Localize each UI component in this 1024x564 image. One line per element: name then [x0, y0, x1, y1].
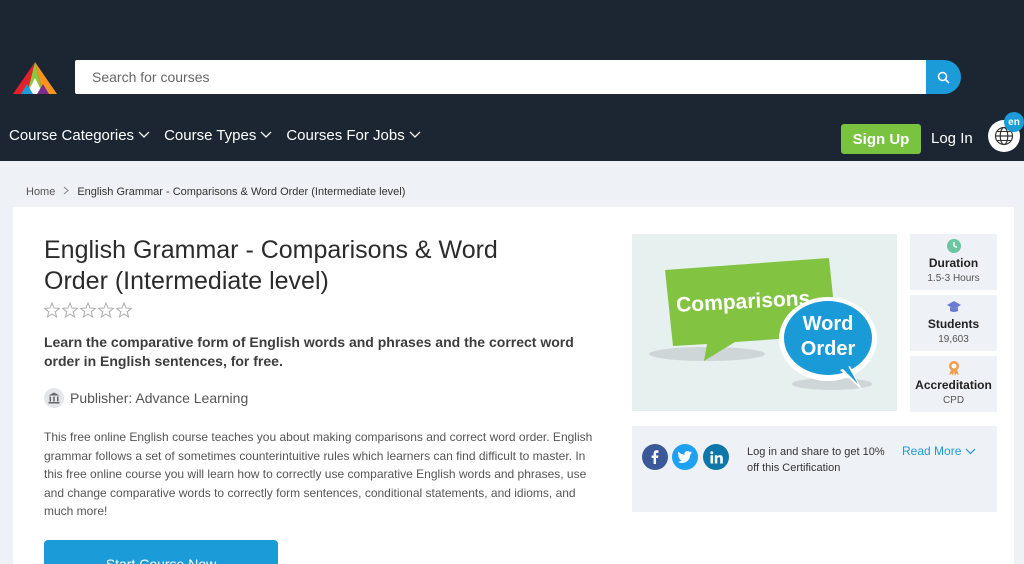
star-icon	[116, 302, 132, 318]
read-more-link[interactable]: Read More	[902, 444, 976, 458]
star-icon	[62, 302, 78, 318]
chevron-down-icon	[409, 131, 421, 138]
nav-label: Courses For Jobs	[286, 126, 405, 144]
publisher-name[interactable]: Publisher: Advance Learning	[70, 390, 248, 406]
share-promo-text: Log in and share to get 10% off this Cer…	[747, 446, 885, 474]
linkedin-share-button[interactable]	[703, 444, 729, 470]
language-badge: en	[1004, 112, 1024, 132]
hero-text-word: Word	[803, 313, 854, 335]
nav-course-categories[interactable]: Course Categories	[9, 125, 150, 145]
star-icon	[80, 302, 96, 318]
nav-courses-for-jobs[interactable]: Courses For Jobs	[286, 125, 421, 145]
stat-label: Duration	[928, 256, 979, 270]
login-link[interactable]: Log In	[931, 130, 973, 147]
nav-course-types[interactable]: Course Types	[164, 125, 272, 145]
rating-stars[interactable]	[44, 302, 132, 318]
nav-label: Course Types	[164, 126, 257, 144]
search-button[interactable]	[926, 60, 961, 94]
star-icon	[98, 302, 114, 318]
linkedin-icon	[709, 450, 723, 463]
site-logo[interactable]	[13, 62, 57, 94]
course-hero-image: Comparisons Word Order	[632, 234, 897, 411]
twitter-share-button[interactable]	[672, 444, 698, 470]
clock-icon	[946, 239, 961, 253]
search-bar	[75, 60, 961, 94]
breadcrumb-home[interactable]: Home	[26, 186, 55, 198]
course-subtitle: Learn the comparative form of English wo…	[44, 334, 574, 369]
facebook-share-button[interactable]	[642, 444, 668, 470]
stat-accreditation: Accreditation CPD	[910, 356, 997, 412]
star-icon	[44, 302, 60, 318]
nav-label: Course Categories	[9, 126, 135, 144]
breadcrumb: Home English Grammar - Comparisons & Wor…	[26, 186, 405, 198]
breadcrumb-current: English Grammar - Comparisons & Word Ord…	[77, 186, 406, 198]
chevron-down-icon	[260, 131, 272, 138]
course-description: This free online English course teaches …	[44, 430, 593, 518]
chevron-right-icon	[63, 186, 70, 198]
site-header: Course Categories Course Types Courses F…	[0, 0, 1024, 161]
share-panel: Log in and share to get 10% off this Cer…	[632, 426, 997, 512]
signup-button[interactable]: Sign Up	[841, 124, 921, 154]
chevron-down-icon	[138, 131, 150, 138]
chevron-down-icon	[965, 448, 976, 454]
institution-icon	[44, 388, 64, 408]
course-title: English Grammar - Comparisons & Word Ord…	[44, 236, 498, 295]
twitter-icon	[678, 451, 692, 463]
stat-value: 1.5-3 Hours	[927, 273, 980, 284]
stat-value: 19,603	[938, 334, 969, 345]
stat-label: Students	[927, 317, 980, 331]
award-icon	[948, 361, 959, 376]
hero-text-order: Order	[801, 338, 856, 360]
stat-value: CPD	[942, 395, 965, 406]
start-course-button[interactable]: Start Course Now	[44, 540, 278, 564]
search-input[interactable]	[75, 60, 927, 94]
facebook-icon	[651, 450, 659, 464]
main-nav: Course Categories Course Types Courses F…	[9, 125, 435, 145]
stat-label: Accreditation	[915, 378, 992, 392]
graduation-cap-icon	[946, 301, 961, 312]
publisher: Publisher: Advance Learning	[44, 388, 248, 408]
stat-students: Students 19,603	[910, 295, 997, 351]
stat-duration: Duration 1.5-3 Hours	[910, 234, 997, 290]
search-icon	[937, 71, 950, 84]
read-more-label: Read More	[902, 444, 962, 458]
